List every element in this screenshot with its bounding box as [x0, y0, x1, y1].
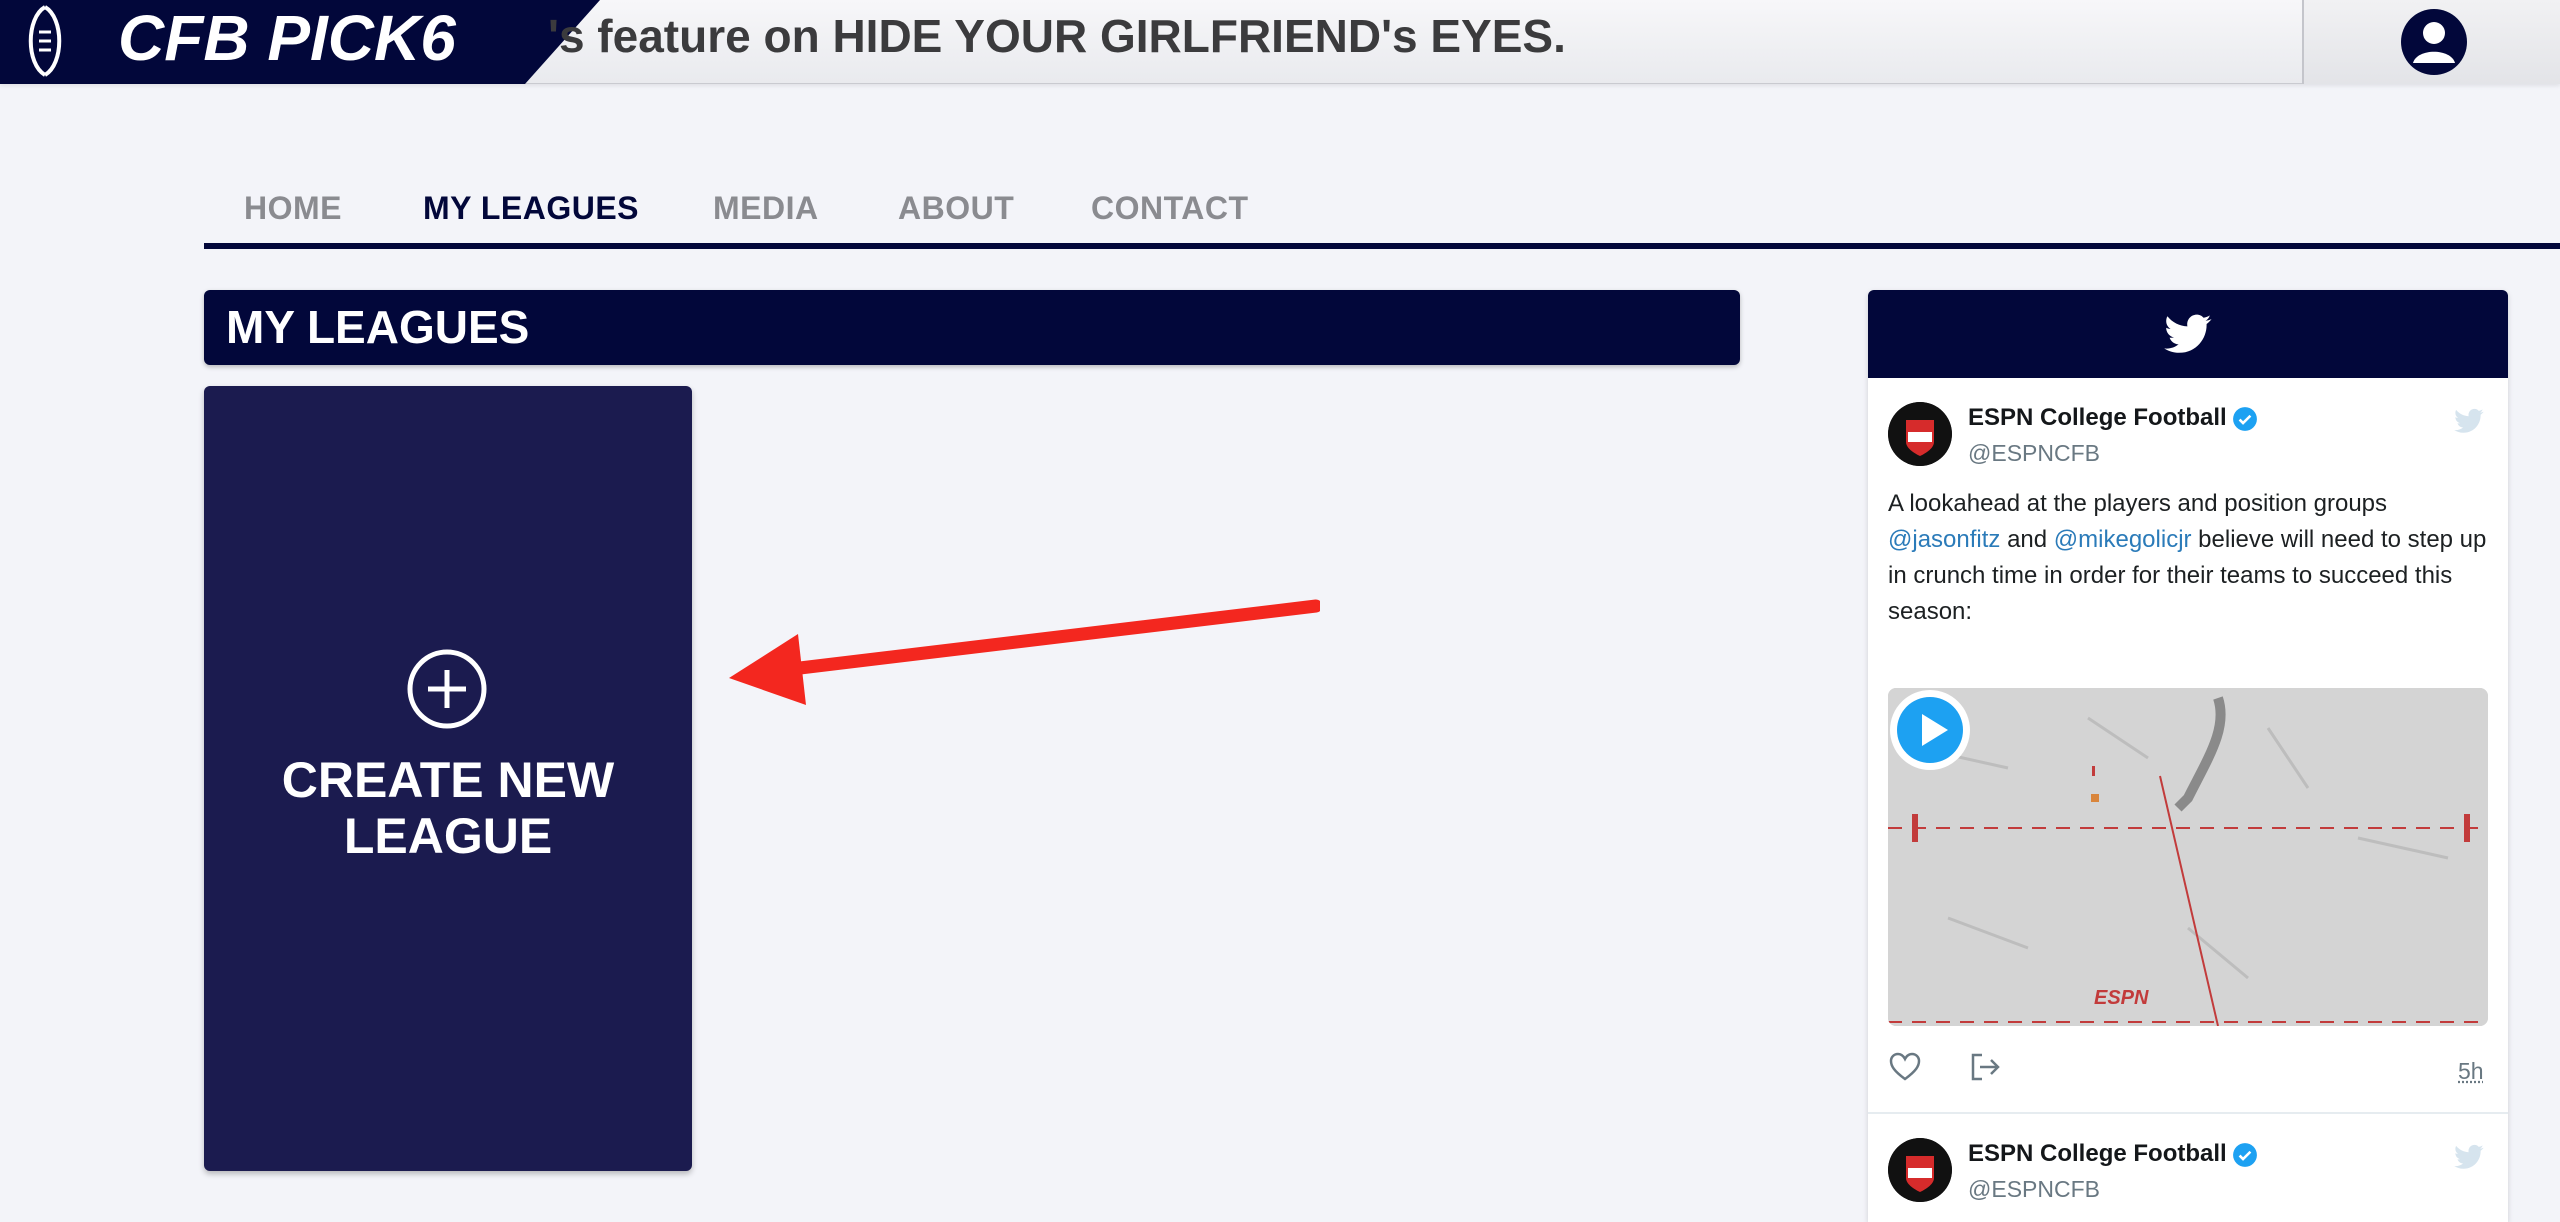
profile-area: [2302, 0, 2560, 84]
nav-item-my-leagues[interactable]: MY LEAGUES: [423, 190, 639, 227]
tweet[interactable]: ESPN College Football @ESPNCFB A lookahe…: [1868, 378, 2508, 1114]
twitter-bird-icon[interactable]: [2452, 406, 2486, 436]
nav-divider: [204, 243, 2560, 249]
top-bar: CFB PICK6 's feature on HIDE YOUR GIRLFR…: [0, 0, 2560, 84]
create-league-button[interactable]: CREATE NEW LEAGUE: [204, 386, 692, 1171]
user-avatar-icon[interactable]: [2400, 8, 2468, 76]
football-icon: [28, 5, 62, 77]
twitter-widget-header: [1868, 290, 2508, 378]
brand-logo-block[interactable]: CFB PICK6: [0, 0, 600, 84]
verified-badge-icon: [2233, 1143, 2257, 1167]
section-header: MY LEAGUES: [204, 290, 1740, 365]
nav-item-media[interactable]: MEDIA: [713, 190, 819, 227]
nav-item-contact[interactable]: CONTACT: [1091, 190, 1249, 227]
author-avatar[interactable]: [1888, 1138, 1952, 1202]
brand-name: CFB PICK6: [118, 2, 456, 74]
play-icon[interactable]: [1888, 688, 1972, 772]
nav-item-about[interactable]: ABOUT: [898, 190, 1014, 227]
mention-link[interactable]: @jasonfitz: [1888, 526, 2000, 553]
tweet-text: A lookahead at the players and position …: [1888, 486, 2498, 630]
red-arrow-annotation: [729, 599, 1320, 705]
share-icon[interactable]: [1968, 1050, 2002, 1084]
news-ticker: 's feature on HIDE YOUR GIRLFRIEND's EYE…: [548, 10, 1566, 62]
page-title: MY LEAGUES: [226, 301, 530, 353]
mention-link[interactable]: @mikegolicjr: [2054, 526, 2192, 553]
author-handle[interactable]: @ESPNCFB: [1968, 440, 2100, 467]
main-nav: HOME MY LEAGUES MEDIA ABOUT CONTACT: [204, 178, 2560, 248]
twitter-widget: ESPN College Football @ESPNCFB A lookahe…: [1868, 290, 2508, 1222]
verified-badge-icon: [2233, 407, 2257, 431]
nav-item-home[interactable]: HOME: [244, 190, 342, 227]
tweet-timestamp[interactable]: 5h: [2458, 1058, 2484, 1085]
tweet[interactable]: ESPN College Football @ESPNCFB: [1868, 1114, 2508, 1222]
video-thumbnail: ESPN: [1888, 688, 2488, 1026]
tweet-text-segment: and: [2000, 526, 2054, 553]
tweet-video[interactable]: ESPN: [1888, 688, 2488, 1026]
plus-circle-icon: [407, 649, 487, 729]
tweet-text-segment: A lookahead at the players and position …: [1888, 490, 2388, 517]
author-avatar[interactable]: [1888, 402, 1952, 466]
espn-watermark: ESPN: [2094, 987, 2149, 1009]
author-name[interactable]: ESPN College Football: [1968, 404, 2227, 432]
twitter-bird-icon[interactable]: [2164, 310, 2212, 358]
create-league-label: CREATE NEW LEAGUE: [281, 752, 615, 864]
author-name[interactable]: ESPN College Football: [1968, 1140, 2227, 1168]
like-heart-icon[interactable]: [1888, 1050, 1922, 1084]
twitter-bird-icon[interactable]: [2452, 1142, 2486, 1172]
author-handle[interactable]: @ESPNCFB: [1968, 1176, 2100, 1203]
